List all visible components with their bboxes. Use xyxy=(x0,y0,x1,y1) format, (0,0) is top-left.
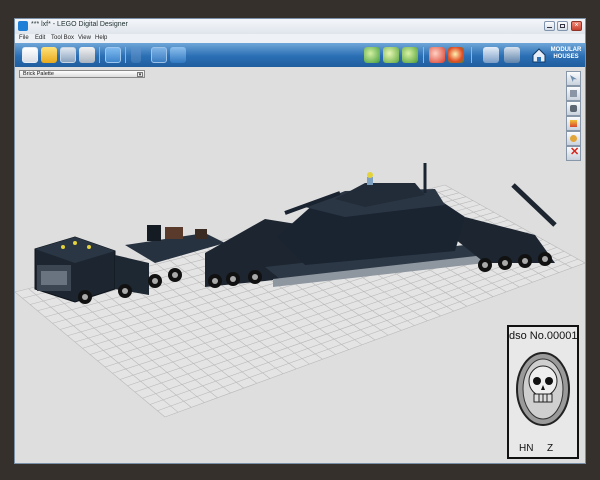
close-button[interactable]: × xyxy=(571,21,582,31)
app-window: *** lxf* - LEGO Digital Designer × File … xyxy=(14,18,586,464)
grid-icon[interactable] xyxy=(402,47,418,63)
brick-palette-label: Brick Palette xyxy=(23,71,54,77)
print-icon[interactable] xyxy=(79,47,95,63)
open-folder-icon[interactable] xyxy=(41,47,57,63)
home-icon[interactable] xyxy=(483,47,499,63)
hide-icon[interactable] xyxy=(566,131,581,146)
tank-cargo xyxy=(277,163,465,265)
menu-edit[interactable]: Edit xyxy=(35,35,45,41)
build-mode-icon[interactable] xyxy=(364,47,380,63)
undo-icon[interactable] xyxy=(429,47,445,63)
redo-icon[interactable] xyxy=(448,47,464,63)
app-icon xyxy=(18,21,28,31)
maximize-button[interactable] xyxy=(557,21,568,31)
title-bar: *** lxf* - LEGO Digital Designer × xyxy=(15,19,585,35)
toolbar-separator xyxy=(99,47,100,63)
paint-icon[interactable] xyxy=(566,116,581,131)
rotate-icon[interactable] xyxy=(383,47,399,63)
mixer-icon[interactable] xyxy=(504,47,520,63)
toolbar-separator xyxy=(125,47,126,63)
watermark-stamp: dso No.00001 HN Z xyxy=(507,325,579,459)
menu-view[interactable]: View xyxy=(78,35,91,41)
brick-palette-dropdown[interactable]: Brick Palette ▾ xyxy=(19,70,145,78)
arrow-icon[interactable] xyxy=(131,47,141,63)
3d-viewport[interactable]: Brick Palette ▾ ✕ dso No.00001 HN Z xyxy=(15,67,585,464)
watermark-initials-right: Z xyxy=(547,443,554,454)
save-icon[interactable] xyxy=(60,47,76,63)
select-cursor-icon[interactable] xyxy=(566,71,581,86)
maximize-icon xyxy=(560,24,565,28)
delete-icon[interactable]: ✕ xyxy=(566,146,581,161)
side-toolbox: ✕ xyxy=(566,71,581,161)
chevron-down-icon[interactable]: ▾ xyxy=(137,72,143,78)
modular-houses-label: MODULAR HOUSES xyxy=(550,47,582,60)
minimize-button[interactable] xyxy=(544,21,555,31)
view-icon[interactable] xyxy=(170,47,186,63)
watermark-initials-left: HN xyxy=(519,443,534,454)
menu-tool-box[interactable]: Tool Box xyxy=(51,35,74,41)
menu-file[interactable]: File xyxy=(19,35,29,41)
window-title: *** lxf* - LEGO Digital Designer xyxy=(31,21,128,28)
close-icon: × xyxy=(574,22,579,29)
menu-help[interactable]: Help xyxy=(95,35,107,41)
hinge-icon[interactable] xyxy=(566,101,581,116)
camera-icon[interactable] xyxy=(105,47,121,63)
clone-icon[interactable] xyxy=(566,86,581,101)
minimize-icon xyxy=(547,27,552,28)
group-icon xyxy=(532,48,546,63)
zoom-icon[interactable] xyxy=(151,47,167,63)
toolbar-separator xyxy=(423,47,424,63)
toolbar: MODULAR HOUSES xyxy=(15,43,585,68)
watermark-top-text: dso No.00001 xyxy=(509,330,578,342)
toolbar-separator xyxy=(471,47,472,63)
skull-emblem-icon xyxy=(516,352,570,426)
modular-houses-button[interactable]: MODULAR HOUSES xyxy=(530,46,582,64)
new-file-icon[interactable] xyxy=(22,47,38,63)
scene-canvas[interactable] xyxy=(15,67,585,464)
